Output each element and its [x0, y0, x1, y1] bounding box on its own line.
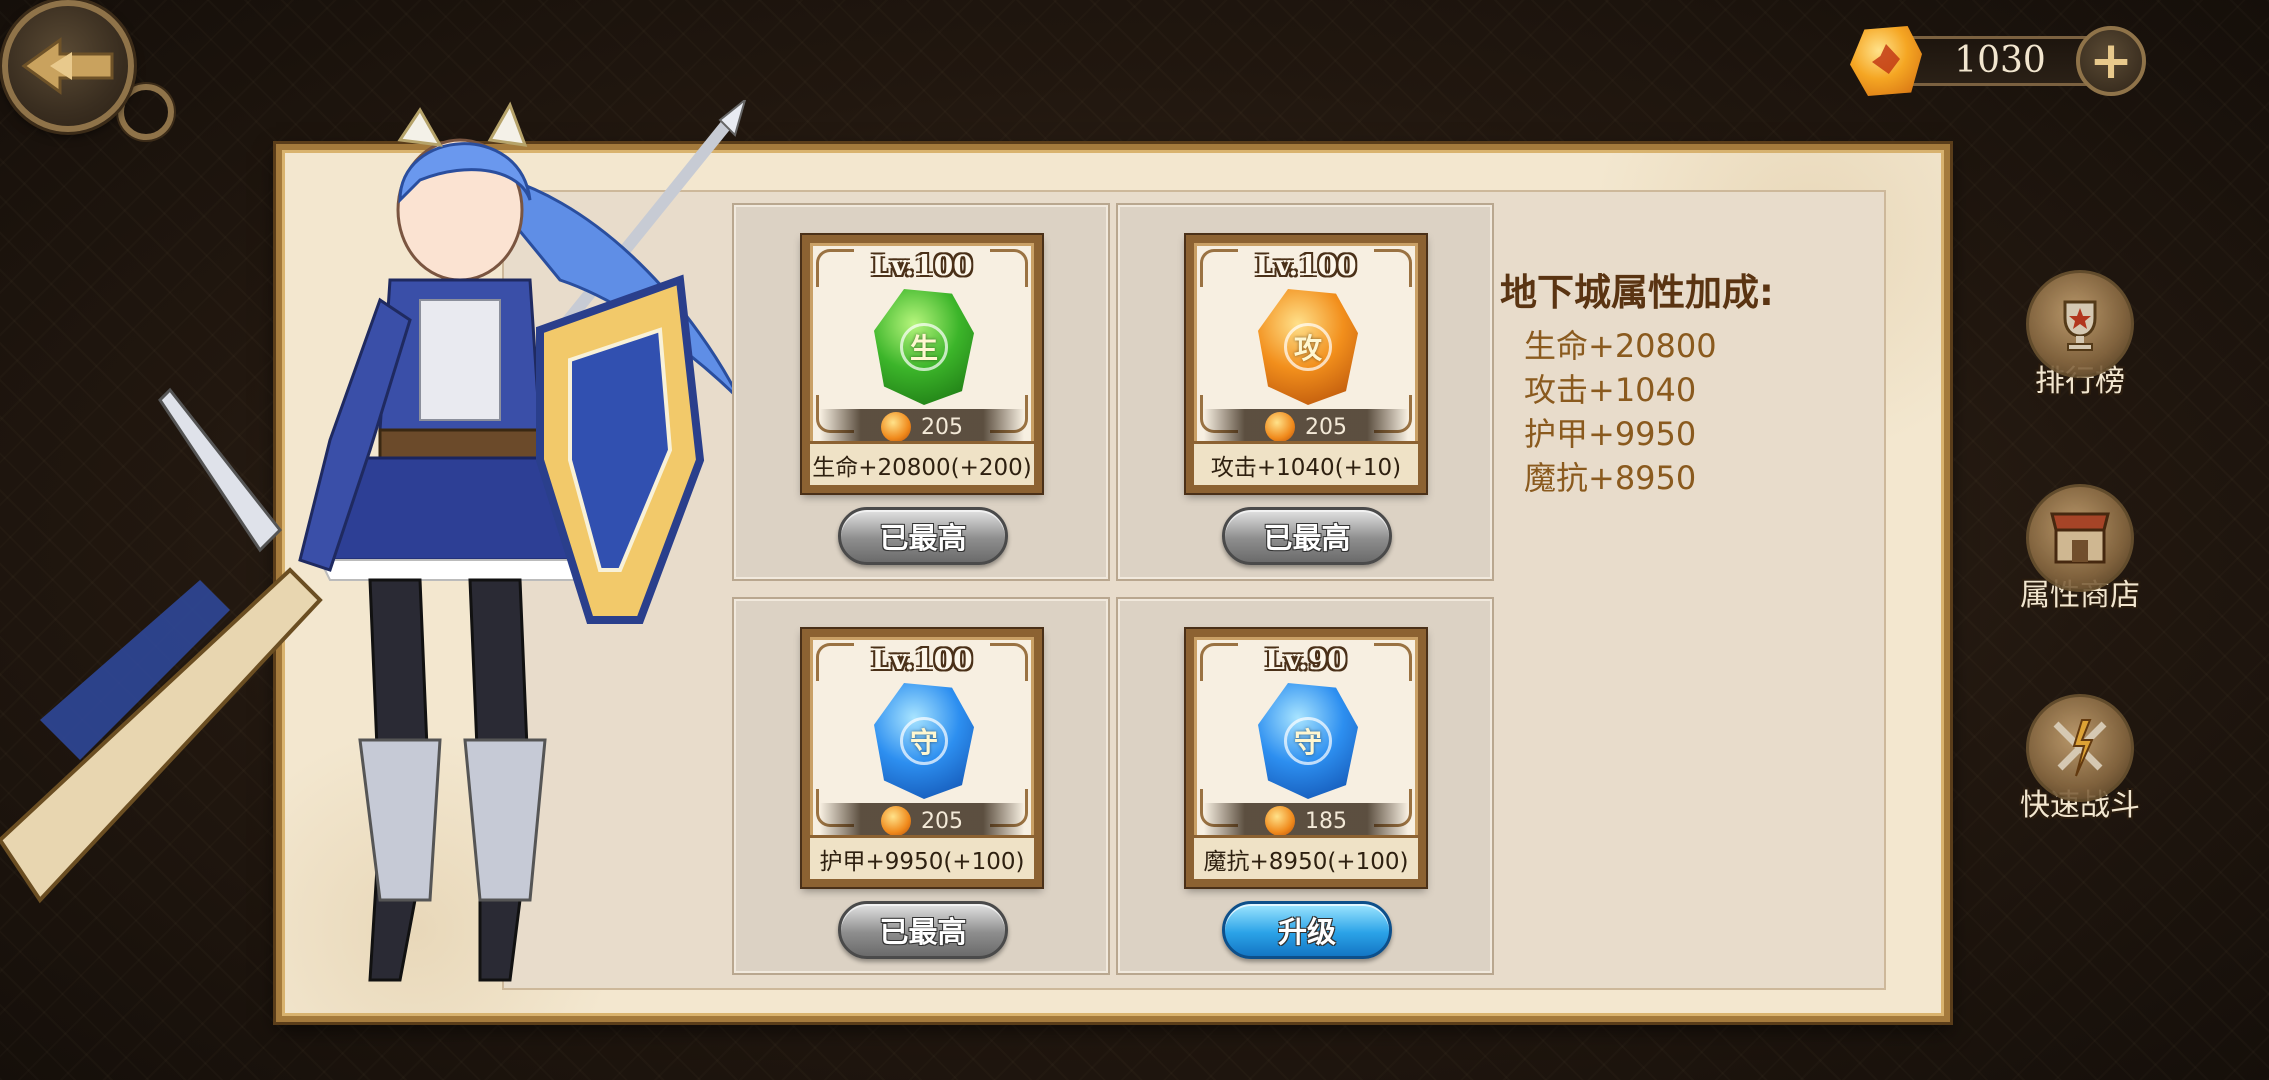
- back-arrow-icon: [21, 37, 114, 95]
- slot-magic-resist: Lv.90 守 185 魔抗+8950(+100) 升级: [1116, 597, 1494, 975]
- cost-bar: 205: [820, 803, 1024, 839]
- upgrade-card[interactable]: Lv.90 守 185 魔抗+8950(+100): [1186, 629, 1426, 887]
- card-level: Lv.90: [1265, 643, 1347, 676]
- currency-display: 1030 +: [1850, 26, 2146, 96]
- upgrade-card[interactable]: Lv.100 生 205 生命+20800(+200): [802, 235, 1042, 493]
- upgrade-card[interactable]: Lv.100 攻 205 攻击+1040(+10): [1186, 235, 1426, 493]
- card-level: Lv.100: [871, 249, 973, 282]
- cost-value: 205: [921, 808, 963, 834]
- maxed-button[interactable]: 已最高: [838, 507, 1008, 565]
- slot-hp: Lv.100 生 205 生命+20800(+200) 已最高: [732, 203, 1110, 581]
- dungeon-bonus-summary: 地下城属性加成: 生命+20800 攻击+1040 护甲+9950 魔抗+895…: [1500, 262, 1774, 500]
- armor-gem-icon: 守: [874, 683, 974, 799]
- crystal-currency-icon: [1850, 26, 1922, 96]
- bonus-title: 地下城属性加成:: [1500, 271, 1774, 314]
- gem-label: 守: [900, 717, 948, 765]
- slot-attack: Lv.100 攻 205 攻击+1040(+10) 已最高: [1116, 203, 1494, 581]
- currency-value: 1030: [1954, 40, 2046, 81]
- card-level: Lv.100: [1255, 249, 1357, 282]
- add-currency-button[interactable]: +: [2076, 26, 2146, 96]
- cost-value: 205: [921, 414, 963, 440]
- card-stat: 护甲+9950(+100): [810, 835, 1034, 879]
- bonus-item-attack: 攻击+1040: [1524, 371, 1697, 409]
- card-stat: 攻击+1040(+10): [1194, 441, 1418, 485]
- slot-armor: Lv.100 守 205 护甲+9950(+100) 已最高: [732, 597, 1110, 975]
- crystal-coin-icon: [1265, 412, 1295, 442]
- knight-girl-character-art: [0, 100, 747, 982]
- gem-label: 攻: [1284, 323, 1332, 371]
- bonus-item-hp: 生命+20800: [1524, 327, 1717, 365]
- crystal-coin-icon: [881, 806, 911, 836]
- gem-label: 生: [900, 323, 948, 371]
- attribute-shop-button[interactable]: 属性商店: [2000, 484, 2160, 614]
- cost-bar: 185: [1204, 803, 1408, 839]
- maxed-button[interactable]: 已最高: [1222, 507, 1392, 565]
- trophy-icon: [2026, 270, 2134, 378]
- card-stat: 生命+20800(+200): [810, 441, 1034, 485]
- card-level: Lv.100: [871, 643, 973, 676]
- bonus-item-magic-resist: 魔抗+8950: [1524, 459, 1697, 497]
- quick-battle-button[interactable]: 快速战斗: [2000, 694, 2160, 824]
- cost-bar: 205: [820, 409, 1024, 445]
- crystal-coin-icon: [1265, 806, 1295, 836]
- upgrade-button[interactable]: 升级: [1222, 901, 1392, 959]
- hp-gem-icon: 生: [874, 289, 974, 405]
- swords-icon: [2026, 694, 2134, 802]
- leaderboard-button[interactable]: 排行榜: [2000, 270, 2160, 400]
- cost-value: 205: [1305, 414, 1347, 440]
- cost-value: 185: [1305, 808, 1347, 834]
- shop-icon: [2026, 484, 2134, 592]
- attack-gem-icon: 攻: [1258, 289, 1358, 405]
- cost-bar: 205: [1204, 409, 1408, 445]
- crystal-coin-icon: [881, 412, 911, 442]
- card-stat: 魔抗+8950(+100): [1194, 835, 1418, 879]
- upgrade-card[interactable]: Lv.100 守 205 护甲+9950(+100): [802, 629, 1042, 887]
- gem-label: 守: [1284, 717, 1332, 765]
- magic-resist-gem-icon: 守: [1258, 683, 1358, 799]
- maxed-button[interactable]: 已最高: [838, 901, 1008, 959]
- bonus-item-armor: 护甲+9950: [1524, 415, 1697, 453]
